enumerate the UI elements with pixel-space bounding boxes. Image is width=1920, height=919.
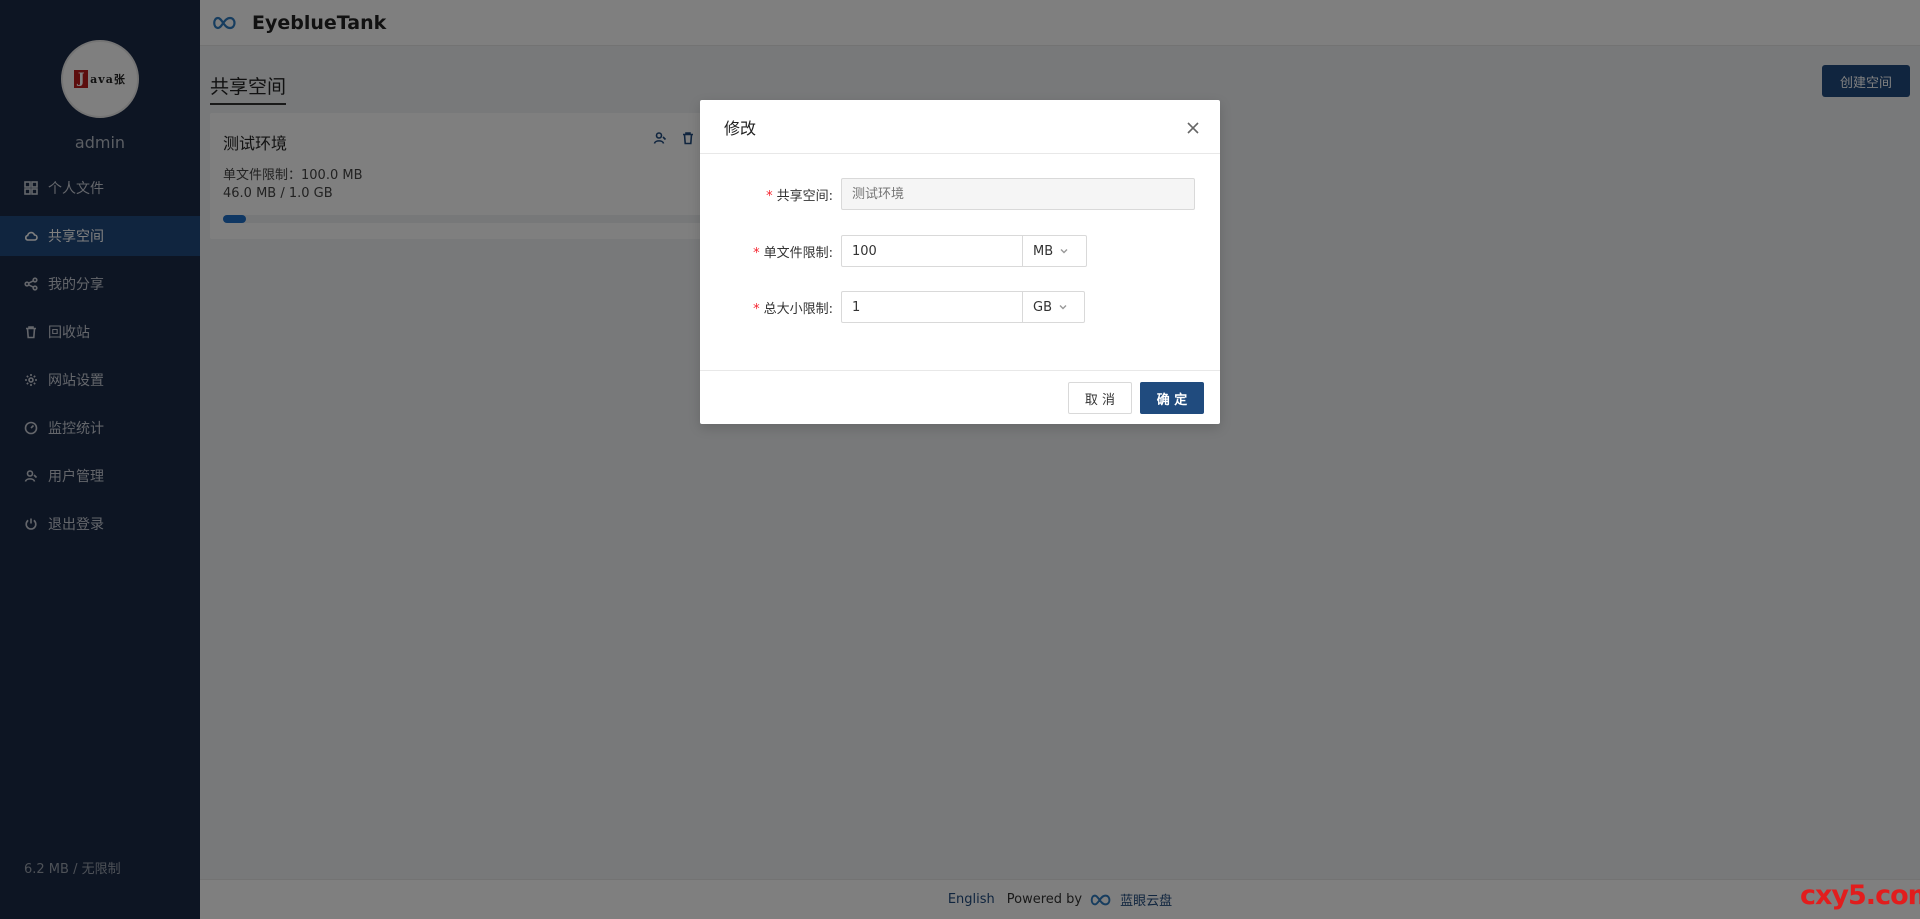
file-limit-label-text: 单文件限制: xyxy=(763,245,833,261)
required-mark: * xyxy=(766,188,773,204)
form-row-total-limit: *总大小限制: GB xyxy=(700,291,1220,323)
modal-footer: 取 消 确 定 xyxy=(700,370,1220,424)
watermark: cxy5.com xyxy=(1800,880,1920,911)
total-limit-input[interactable] xyxy=(841,291,1023,323)
file-limit-input[interactable] xyxy=(841,235,1023,267)
close-icon xyxy=(1187,122,1199,134)
confirm-button[interactable]: 确 定 xyxy=(1140,382,1204,414)
total-limit-label: * 总大小限制: xyxy=(700,298,841,317)
total-limit-unit-value: GB xyxy=(1033,299,1052,315)
chevron-down-icon xyxy=(1059,305,1067,310)
total-limit-unit-select[interactable]: GB xyxy=(1023,291,1085,323)
close-button[interactable] xyxy=(1186,120,1200,134)
space-name-input xyxy=(841,178,1195,210)
space-label-text: 共享空间: xyxy=(776,188,833,204)
total-limit-label-text: 总大小限制: xyxy=(763,301,833,317)
chevron-down-icon xyxy=(1060,249,1068,254)
modal-title: 修改 xyxy=(724,118,757,138)
file-limit-label: * 单文件限制: xyxy=(700,242,841,261)
space-label: * 共享空间: xyxy=(700,185,841,204)
cancel-button[interactable]: 取 消 xyxy=(1068,382,1132,414)
form-row-file-limit: *单文件限制: MB xyxy=(700,235,1220,267)
form-row-space: * 共享空间: xyxy=(700,178,1220,210)
file-limit-unit-value: MB xyxy=(1033,243,1054,259)
required-mark: * xyxy=(753,245,760,261)
required-mark: * xyxy=(753,301,760,317)
file-limit-unit-select[interactable]: MB xyxy=(1023,235,1087,267)
modal-header: 修改 xyxy=(700,100,1220,154)
edit-space-modal: 修改 *共享空间: *单文件限制: MB *总大小限制: GB 取 消 确 定 xyxy=(700,100,1220,424)
